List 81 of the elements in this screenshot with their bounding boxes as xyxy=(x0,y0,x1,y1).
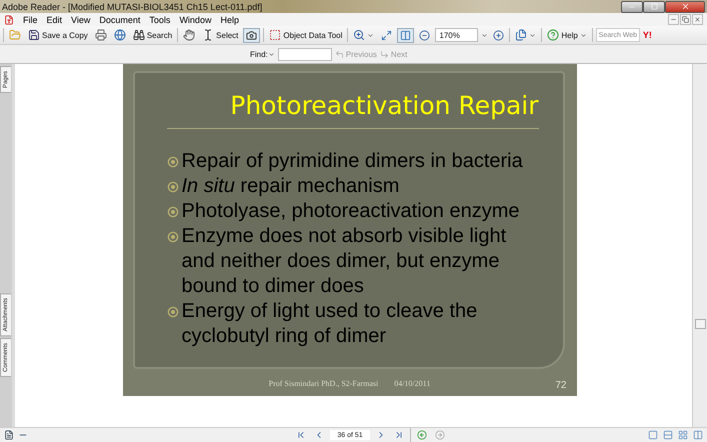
zoom-out-button[interactable] xyxy=(417,28,432,42)
zoom-in-icon xyxy=(493,30,504,40)
fit-page-icon xyxy=(381,30,392,40)
first-page-icon xyxy=(296,430,306,440)
caret-icon xyxy=(367,32,374,38)
fit-width-button[interactable] xyxy=(397,28,414,42)
select-tool-button[interactable]: Select xyxy=(200,28,240,42)
email-button[interactable] xyxy=(112,28,128,42)
menu-item[interactable]: Help xyxy=(220,14,239,24)
object-data-tool-button[interactable]: Object Data Tool xyxy=(267,28,344,42)
search-button[interactable]: Search xyxy=(130,28,174,42)
caret-icon xyxy=(529,32,536,38)
back-icon xyxy=(417,430,427,440)
grid-icon xyxy=(678,430,688,440)
help-icon xyxy=(547,29,560,41)
back-button[interactable] xyxy=(415,428,429,442)
slide-title: Photoreactivation Repair xyxy=(166,91,538,129)
bullet-text: Repair of pyrimidine dimers in bacteria xyxy=(182,149,524,174)
selection-icon xyxy=(269,29,282,41)
slide-date: 04/10/2011 xyxy=(394,379,430,388)
menu-item[interactable]: Edit xyxy=(46,14,62,24)
find-menu[interactable]: Find: xyxy=(250,50,275,58)
fit-width-icon xyxy=(400,30,412,40)
minimize-button[interactable] xyxy=(621,0,643,12)
zoom-in-button[interactable] xyxy=(491,28,506,42)
last-page-icon xyxy=(394,430,404,440)
close-icon xyxy=(680,2,690,11)
continuous-icon xyxy=(663,430,673,440)
zoom-field[interactable]: 170% xyxy=(435,28,478,42)
window-title: Adobe Reader - [Modified MUTASI-BIOL3451 Ch15 Lect-011.pdf] xyxy=(2,2,264,12)
bullet-text: In situ repair mechanism xyxy=(182,174,400,199)
binoculars-icon xyxy=(132,29,145,41)
search-logo[interactable]: Y! xyxy=(642,30,652,40)
bullet-icon xyxy=(166,206,178,218)
slide-number: 72 xyxy=(555,380,566,391)
bullet-text: Energy of light used to cleave the cyclobutyl ring of dimer xyxy=(182,299,478,349)
scroll-thumb[interactable] xyxy=(695,319,706,329)
scrollbar[interactable] xyxy=(692,64,707,427)
bullet-text: Enzyme does not absorb visible light and neither does dimer, but enzyme bound to dimer does xyxy=(182,224,508,299)
menu-item[interactable]: View xyxy=(71,14,90,24)
forward-icon xyxy=(435,430,445,440)
zoom-in-icon xyxy=(353,29,366,41)
bullet-icon xyxy=(166,231,178,243)
previous-icon xyxy=(334,50,344,58)
document-icon xyxy=(4,14,14,24)
help-button[interactable]: Help xyxy=(545,28,589,42)
find-field[interactable] xyxy=(278,48,332,60)
close-button[interactable] xyxy=(665,0,705,12)
minimize-icon xyxy=(670,16,677,23)
hand-tool-button[interactable] xyxy=(181,28,198,42)
folder-icon xyxy=(9,29,21,41)
close-icon xyxy=(694,16,701,23)
restore-icon xyxy=(682,16,689,23)
menu-item[interactable]: Tools xyxy=(149,14,170,24)
save-copy-button[interactable]: Save a Copy xyxy=(26,28,90,42)
menu-item[interactable]: Window xyxy=(179,14,212,24)
bullet-text: Photolyase, photoreactivation enzyme xyxy=(182,199,520,224)
zoom-out-icon xyxy=(419,30,430,40)
next-icon xyxy=(380,50,389,58)
hand-icon xyxy=(183,29,196,41)
maximize-icon xyxy=(650,3,658,10)
menu-item[interactable]: File xyxy=(23,14,38,24)
maximize-button[interactable] xyxy=(643,0,665,12)
caret-icon xyxy=(268,50,275,58)
bullet-icon xyxy=(166,306,178,318)
two-page-icon xyxy=(693,430,703,440)
caret-icon xyxy=(580,32,587,38)
bullet-icon xyxy=(166,156,178,168)
menu-item[interactable]: Document xyxy=(99,14,140,24)
bullet-icon xyxy=(166,181,178,193)
printer-icon xyxy=(94,29,107,41)
camera-icon xyxy=(246,30,258,40)
snapshot-button[interactable] xyxy=(243,28,260,42)
close-button[interactable] xyxy=(692,14,703,25)
slide-footer: Prof Sismindari PhD., S2-Farmasi xyxy=(268,379,378,388)
single-page-icon xyxy=(648,430,658,440)
restore-button[interactable] xyxy=(680,14,691,25)
caret-icon xyxy=(481,32,488,38)
globe-icon xyxy=(114,29,126,41)
print-button[interactable] xyxy=(92,28,109,42)
pages-icon xyxy=(515,29,528,41)
